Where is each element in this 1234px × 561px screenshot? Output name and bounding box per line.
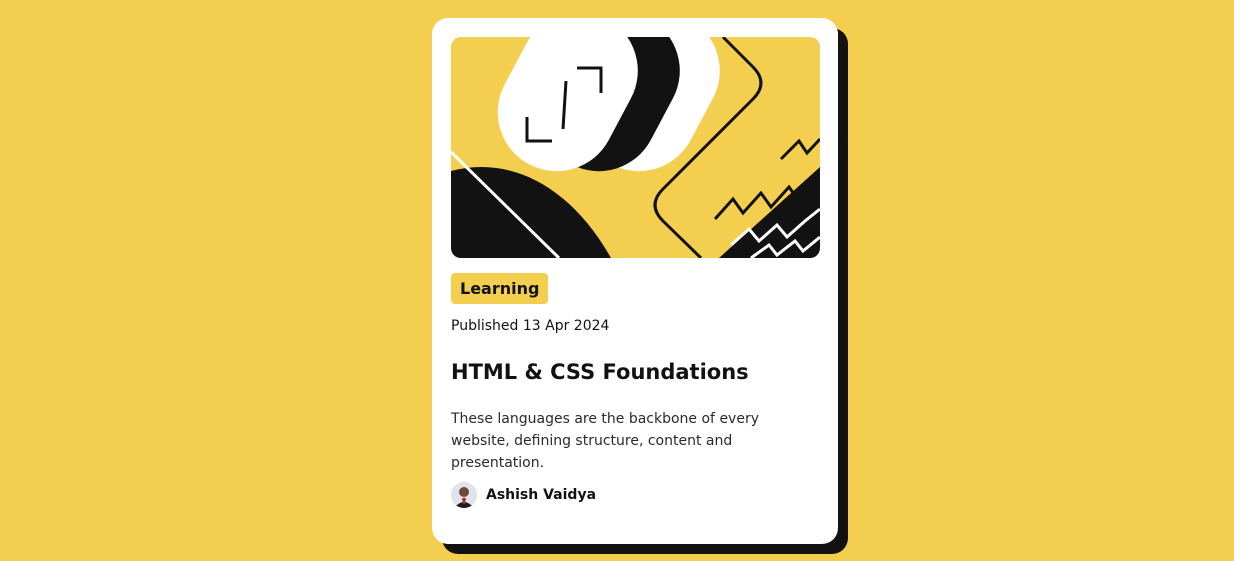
card-title[interactable]: HTML & CSS Foundations: [451, 360, 749, 384]
abstract-illustration-icon: [451, 37, 820, 258]
hero-illustration: [451, 37, 820, 258]
category-tag[interactable]: Learning: [451, 273, 549, 304]
avatar-photo-icon: [451, 482, 477, 508]
blog-preview-card[interactable]: Learning Published 13 Apr 2024 HTML & CS…: [432, 18, 838, 544]
avatar: [451, 482, 477, 508]
author-name: Ashish Vaidya: [486, 487, 597, 503]
card-description: These languages are the backbone of ever…: [451, 411, 759, 471]
page-background: Learning Published 13 Apr 2024 HTML & CS…: [0, 0, 1234, 561]
author-info[interactable]: Ashish Vaidya: [451, 482, 596, 508]
published-date: Published 13 Apr 2024: [451, 318, 610, 334]
